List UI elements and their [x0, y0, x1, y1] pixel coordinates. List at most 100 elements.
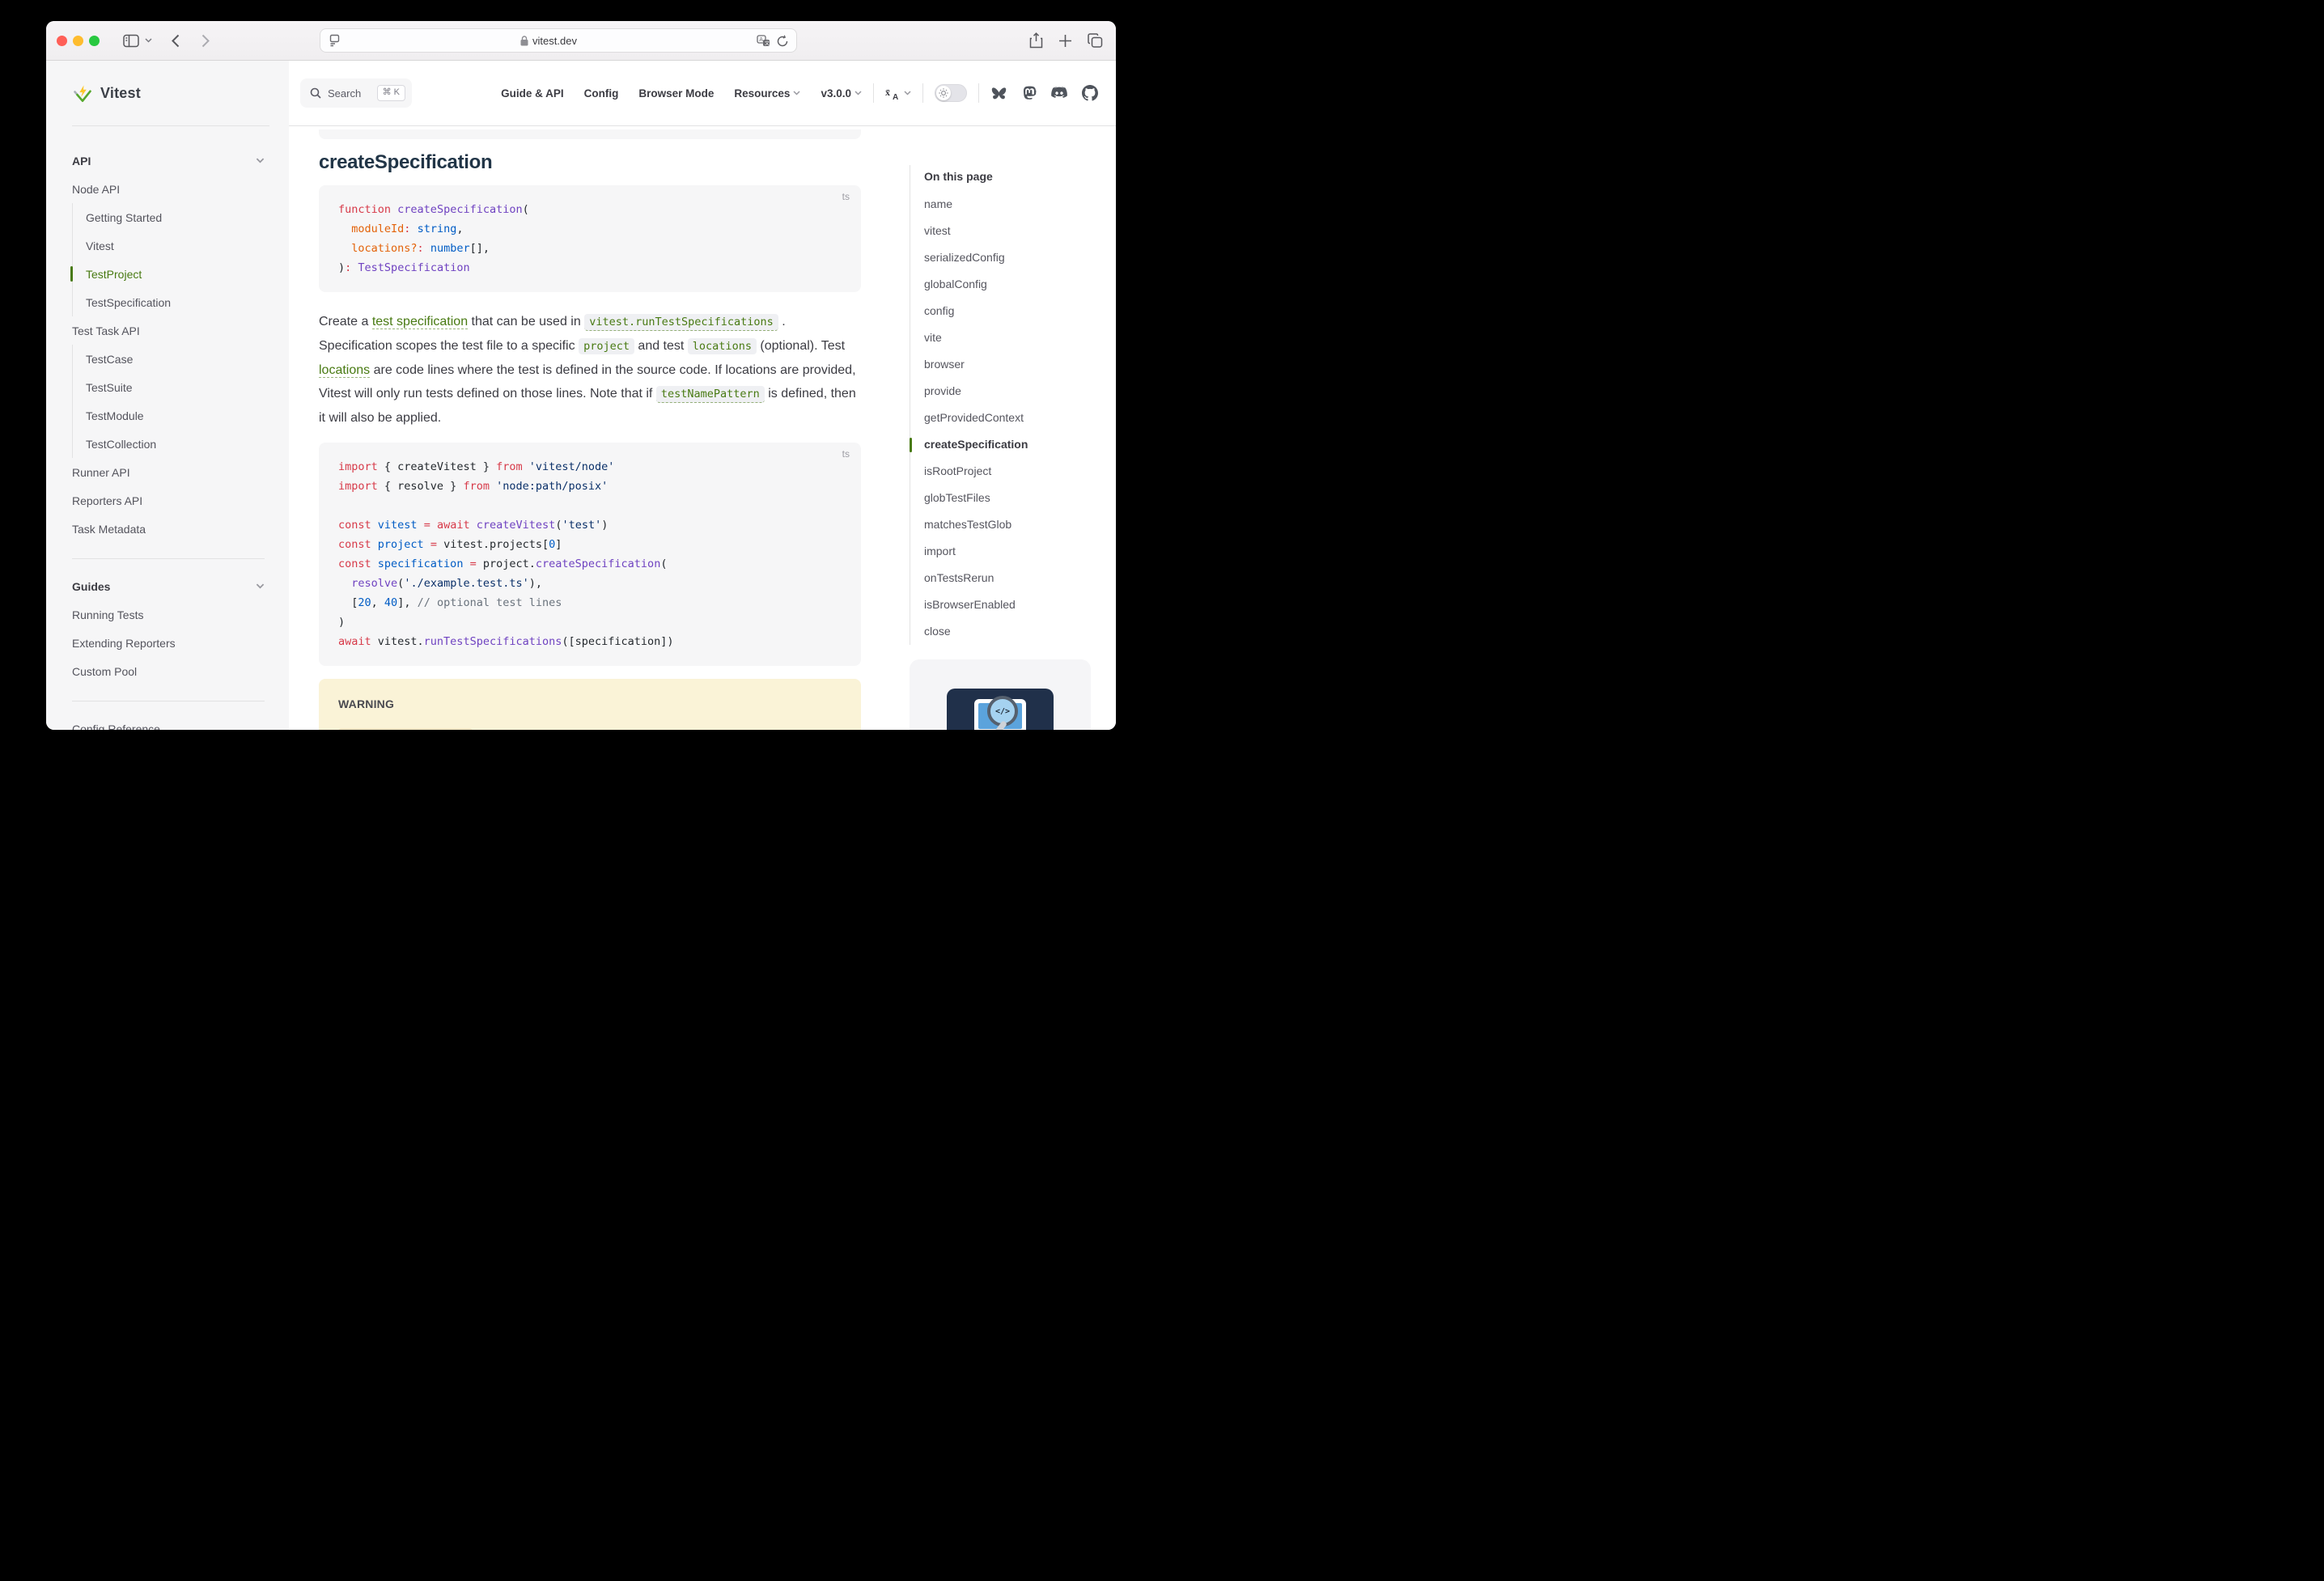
- vitest-logo-icon: [72, 83, 93, 104]
- page-title: createSpecification: [319, 150, 861, 175]
- theme-toggle[interactable]: [935, 84, 967, 102]
- discord-icon[interactable]: [1050, 87, 1068, 100]
- sidebar-item-testcollection[interactable]: TestCollection: [86, 430, 265, 458]
- sidebar-item-reporters-api[interactable]: Reporters API: [72, 486, 265, 515]
- toc-title: On this page: [910, 165, 1092, 188]
- reader-mode-icon[interactable]: [329, 34, 341, 47]
- mastodon-icon[interactable]: [1021, 85, 1037, 101]
- sidebar-item-custom-pool[interactable]: Custom Pool: [72, 657, 265, 685]
- inline-link[interactable]: module ID: [577, 729, 636, 730]
- signature-code-block: ts function createSpecification( moduleI…: [319, 185, 861, 292]
- sidebar-item-extending-reporters[interactable]: Extending Reporters: [72, 629, 265, 657]
- site-title: Vitest: [100, 85, 141, 102]
- toc-item-createspecification[interactable]: createSpecification: [910, 431, 1092, 458]
- sidebar-item-vitest[interactable]: Vitest: [86, 231, 265, 260]
- inline-code: createSpecification: [338, 728, 473, 730]
- sidebar-section-guides[interactable]: Guides: [72, 572, 265, 600]
- sidebar-nav: APINode APIGetting StartedVitestTestProj…: [46, 126, 289, 730]
- sidebar-section-api[interactable]: API: [72, 146, 265, 175]
- search-icon: [310, 87, 321, 99]
- sidebar-divider: [72, 558, 265, 559]
- toc-item-browser[interactable]: browser: [910, 351, 1092, 378]
- search-input[interactable]: Search ⌘ K: [300, 78, 412, 108]
- minimize-window-button[interactable]: [73, 36, 83, 46]
- sidebar-toggle-icon[interactable]: [123, 34, 139, 48]
- inline-link[interactable]: locations: [319, 363, 370, 378]
- translate-icon[interactable]: A 文: [757, 35, 770, 47]
- inline-code: locations: [688, 338, 757, 354]
- toc-item-getprovidedcontext[interactable]: getProvidedContext: [910, 405, 1092, 431]
- code-line: const vitest = await createVitest('test'…: [338, 515, 842, 535]
- reload-icon[interactable]: [777, 35, 788, 47]
- tab-overview-icon[interactable]: [1088, 33, 1103, 48]
- github-icon[interactable]: [1082, 85, 1098, 101]
- toc-item-config[interactable]: config: [910, 298, 1092, 324]
- browser-toolbar: vitest.dev A 文: [46, 21, 1116, 61]
- toc-item-isbrowserenabled[interactable]: isBrowserEnabled: [910, 591, 1092, 618]
- zoom-window-button[interactable]: [89, 36, 100, 46]
- chevron-down-icon: [256, 158, 265, 163]
- nav-link-config[interactable]: Config: [584, 87, 619, 100]
- site-navbar: Vitest Search ⌘ K Guide & API Config Brows…: [46, 61, 1116, 126]
- sidebar-item-running-tests[interactable]: Running Tests: [72, 600, 265, 629]
- desktop: vitest.dev A 文: [0, 0, 1162, 790]
- sidebar-item-testsuite[interactable]: TestSuite: [86, 373, 265, 401]
- sidebar-item-getting-started[interactable]: Getting Started: [86, 203, 265, 231]
- sidebar-item-testmodule[interactable]: TestModule: [86, 401, 265, 430]
- toc-item-ontestsrerun[interactable]: onTestsRerun: [910, 565, 1092, 591]
- toc-item-isrootproject[interactable]: isRootProject: [910, 458, 1092, 485]
- nav-link-resources[interactable]: Resources: [734, 87, 800, 100]
- toc-item-globalconfig[interactable]: globalConfig: [910, 271, 1092, 298]
- new-tab-icon[interactable]: [1058, 34, 1072, 48]
- nav-divider: [978, 83, 979, 103]
- code-line: await vitest.runTestSpecifications([spec…: [338, 632, 842, 651]
- toc-item-matchestestglob[interactable]: matchesTestGlob: [910, 511, 1092, 538]
- code-lang-badge: ts: [842, 191, 850, 202]
- example-code-block: ts import { createVitest } from 'vitest/…: [319, 443, 861, 666]
- nav-link-v3-0-0[interactable]: v3.0.0: [821, 87, 862, 100]
- toc-item-name[interactable]: name: [910, 191, 1092, 218]
- sidebar-item-testspecification[interactable]: TestSpecification: [86, 288, 265, 316]
- nav-link-guide-api[interactable]: Guide & API: [501, 87, 564, 100]
- sidebar-chevron-icon[interactable]: [145, 38, 152, 43]
- inline-code-link[interactable]: testNamePattern: [656, 386, 765, 403]
- warning-body: createSpecification expects resolved mod…: [338, 724, 842, 730]
- svg-text:A: A: [759, 37, 763, 43]
- chevron-down-icon: [904, 91, 911, 95]
- toc-item-provide[interactable]: provide: [910, 378, 1092, 405]
- chevron-down-icon: [256, 583, 265, 589]
- share-icon[interactable]: [1029, 32, 1043, 49]
- sidebar-item-testproject[interactable]: TestProject: [86, 260, 265, 288]
- sidebar-item-testcase[interactable]: TestCase: [86, 345, 265, 373]
- inline-code-link[interactable]: vitest.runTestSpecifications: [584, 314, 778, 331]
- sponsor-ad-card[interactable]: </>: [910, 659, 1091, 730]
- search-shortcut: ⌘ K: [377, 85, 405, 100]
- toc-item-globtestfiles[interactable]: globTestFiles: [910, 485, 1092, 511]
- forward-button[interactable]: [201, 34, 210, 48]
- code-line: [20, 40], // optional test lines: [338, 593, 842, 612]
- close-window-button[interactable]: [57, 36, 67, 46]
- back-button[interactable]: [172, 34, 180, 48]
- site-logo[interactable]: Vitest: [46, 61, 289, 126]
- nav-link-browser-mode[interactable]: Browser Mode: [638, 87, 714, 100]
- address-bar[interactable]: vitest.dev A 文: [320, 28, 797, 53]
- code-line: [338, 496, 842, 515]
- svg-text:x̄: x̄: [885, 87, 890, 98]
- toc-item-import[interactable]: import: [910, 538, 1092, 565]
- sidebar-item-task-metadata[interactable]: Task Metadata: [72, 515, 265, 543]
- inline-link[interactable]: test specification: [372, 315, 468, 329]
- sidebar-item-node-api[interactable]: Node API: [72, 175, 265, 203]
- sidebar-item-runner-api[interactable]: Runner API: [72, 458, 265, 486]
- main-content: createSpecification ts function createSp…: [289, 126, 1116, 730]
- code-line: resolve('./example.test.ts'),: [338, 574, 842, 593]
- sidebar-subgroup: TestCaseTestSuiteTestModuleTestCollectio…: [72, 345, 265, 458]
- toc-item-vite[interactable]: vite: [910, 324, 1092, 351]
- code-lang-badge: ts: [842, 448, 850, 460]
- toc-item-vitest[interactable]: vitest: [910, 218, 1092, 244]
- bluesky-icon[interactable]: [990, 86, 1007, 101]
- toc-item-close[interactable]: close: [910, 618, 1092, 645]
- sidebar-item-test-task-api[interactable]: Test Task API: [72, 316, 265, 345]
- sidebar-item-config-reference[interactable]: Config Reference: [72, 714, 265, 730]
- toc-item-serializedconfig[interactable]: serializedConfig: [910, 244, 1092, 271]
- language-menu[interactable]: x̄ A: [885, 86, 911, 100]
